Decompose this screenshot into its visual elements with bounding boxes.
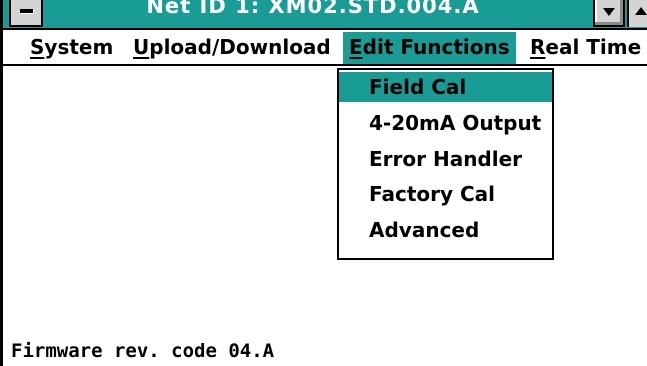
menu-bar: System Upload/Download Edit Functions Re… — [3, 30, 647, 66]
maximize-button[interactable] — [627, 0, 647, 27]
menu-item-4-20ma-output[interactable]: 4-20mA Output — [339, 108, 552, 138]
menu-item-factory-cal[interactable]: Factory Cal — [339, 179, 552, 209]
menu-item-field-cal[interactable]: Field Cal — [339, 72, 552, 102]
menu-system-label-rest: ystem — [44, 35, 114, 59]
firmware-status-text: Firmware rev. code 04.A — [11, 340, 275, 362]
window-title: Net ID 1: XM02.STD.004.A — [146, 0, 480, 18]
menu-real-time[interactable]: Real Time — [524, 32, 647, 63]
system-menu-icon — [20, 9, 33, 13]
menu-real-label-rest: eal Time — [545, 35, 642, 59]
application-window: Net ID 1: XM02.STD.004.A System Upload/D… — [0, 0, 647, 366]
system-menu-button[interactable] — [9, 0, 43, 27]
edit-functions-dropdown: Field Cal 4-20mA Output Error Handler Fa… — [337, 68, 554, 260]
menu-real-mnemonic: R — [530, 35, 546, 59]
menu-system[interactable]: System — [24, 32, 119, 63]
menu-item-advanced[interactable]: Advanced — [339, 215, 552, 245]
menu-item-error-handler[interactable]: Error Handler — [339, 144, 552, 174]
menu-system-mnemonic: S — [30, 35, 45, 59]
menu-upload-mnemonic: U — [133, 35, 150, 59]
menu-edit-mnemonic: E — [349, 35, 363, 59]
minimize-button[interactable] — [593, 0, 625, 27]
title-bar[interactable]: Net ID 1: XM02.STD.004.A — [3, 0, 647, 30]
minimize-arrow-icon — [603, 8, 615, 16]
menu-upload-label-rest: pload/Download — [149, 35, 331, 59]
menu-edit-functions[interactable]: Edit Functions — [343, 32, 516, 64]
menu-edit-label-rest: dit Functions — [362, 35, 510, 59]
maximize-arrow-icon — [635, 7, 647, 15]
menu-upload-download[interactable]: Upload/Download — [127, 32, 337, 63]
